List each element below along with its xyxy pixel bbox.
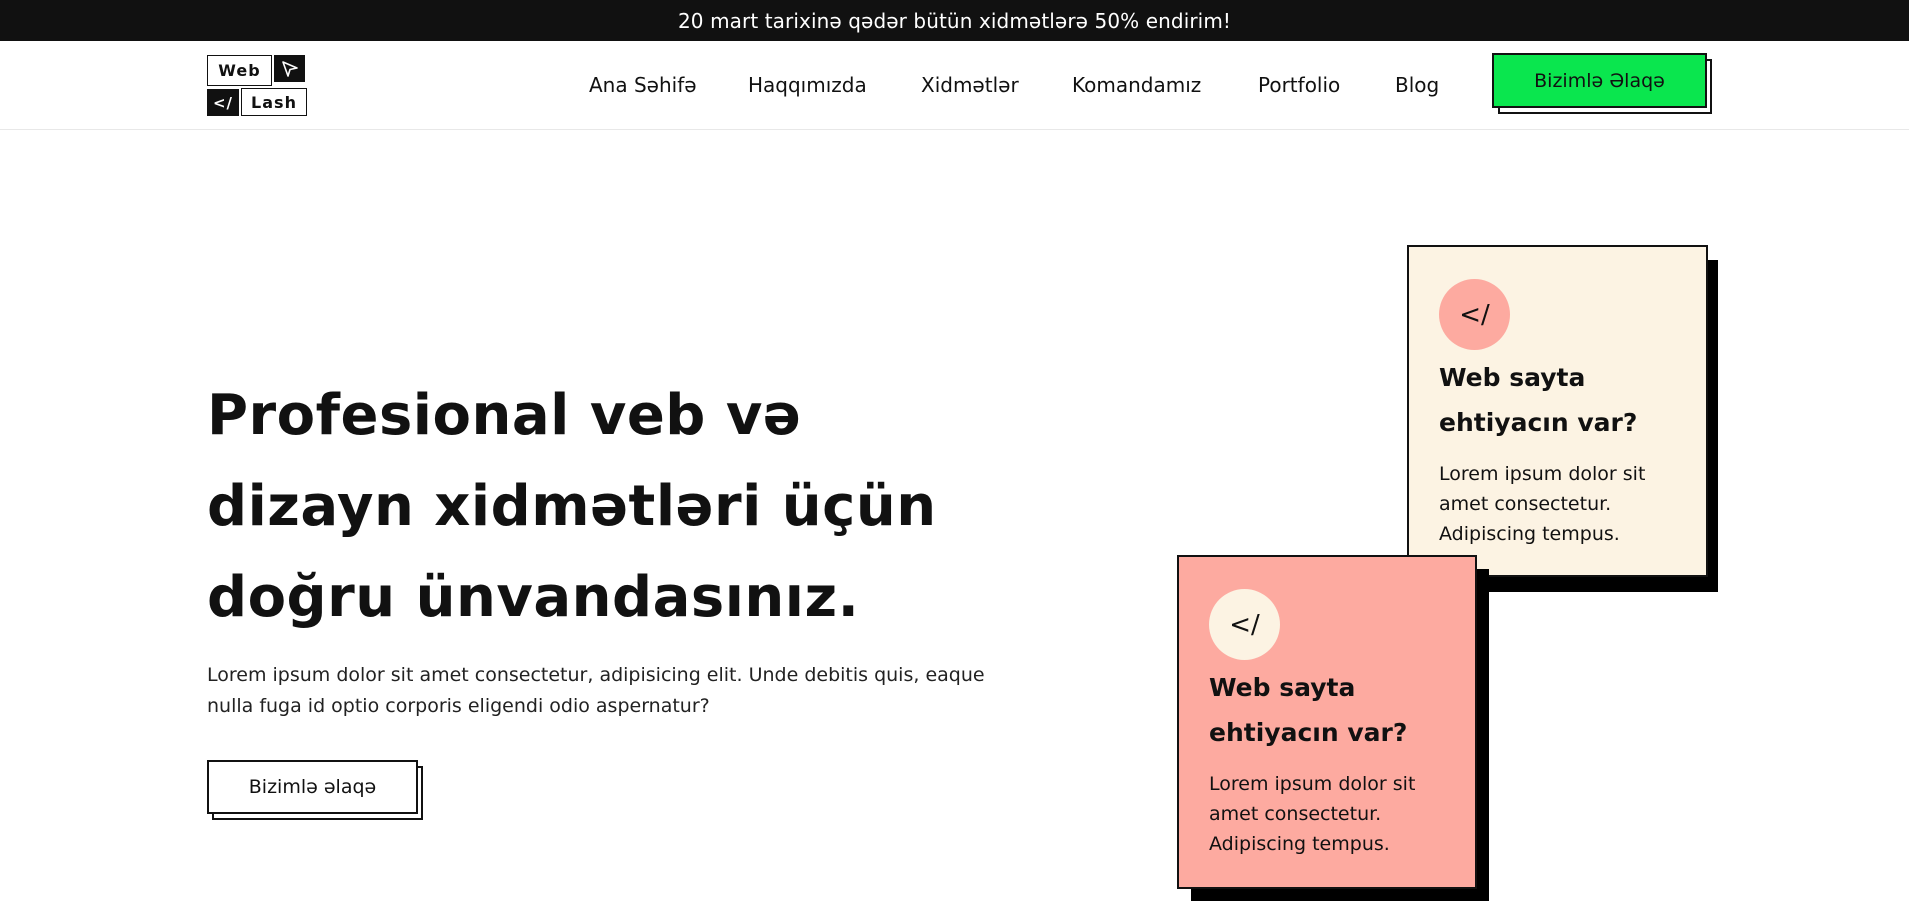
promo-text: 20 mart tarixinə qədər bütün xidmətlərə … xyxy=(677,8,1232,33)
hero-description: Lorem ipsum dolor sit amet consectetur, … xyxy=(207,664,985,717)
contact-button[interactable]: Bizimlə Əlaqə xyxy=(1492,53,1707,108)
card-title: Web sayta ehtiyacın var? xyxy=(1209,673,1408,747)
code-icon: </ xyxy=(1209,589,1280,660)
hero-contact-button[interactable]: Bizimlə əlaqə xyxy=(207,760,418,814)
navbar: Web </ Lash Ana Səhifə Haqqımızda Xidmət… xyxy=(0,41,1909,130)
hero-title-line: doğru ünvandasınız. xyxy=(207,565,860,630)
nav-item-about[interactable]: Haqqımızda xyxy=(748,73,867,97)
hero-title-line: Profesional veb və xyxy=(207,383,802,448)
service-card: </ Web sayta ehtiyacın var? Lorem ipsum … xyxy=(1177,555,1477,889)
code-icon: </ xyxy=(1439,279,1510,350)
nav-item-home[interactable]: Ana Səhifə xyxy=(589,73,697,97)
nav-item-portfolio[interactable]: Portfolio xyxy=(1258,73,1340,97)
card-text: Lorem ipsum dolor sit amet consectetur. … xyxy=(1439,463,1646,545)
hero-title-line: dizayn xidmətləri üçün xyxy=(207,474,937,539)
promo-banner: 20 mart tarixinə qədər bütün xidmətlərə … xyxy=(0,0,1909,41)
hero-title: Profesional veb və dizayn xidmətləri üçü… xyxy=(207,370,987,643)
service-card: </ Web sayta ehtiyacın var? Lorem ipsum … xyxy=(1407,245,1708,577)
nav-item-team[interactable]: Komandamız xyxy=(1072,73,1201,97)
card-title: Web sayta ehtiyacın var? xyxy=(1439,363,1638,437)
card-text: Lorem ipsum dolor sit amet consectetur. … xyxy=(1209,773,1416,855)
nav-item-services[interactable]: Xidmətlər xyxy=(921,73,1019,97)
nav-item-blog[interactable]: Blog xyxy=(1395,73,1439,97)
